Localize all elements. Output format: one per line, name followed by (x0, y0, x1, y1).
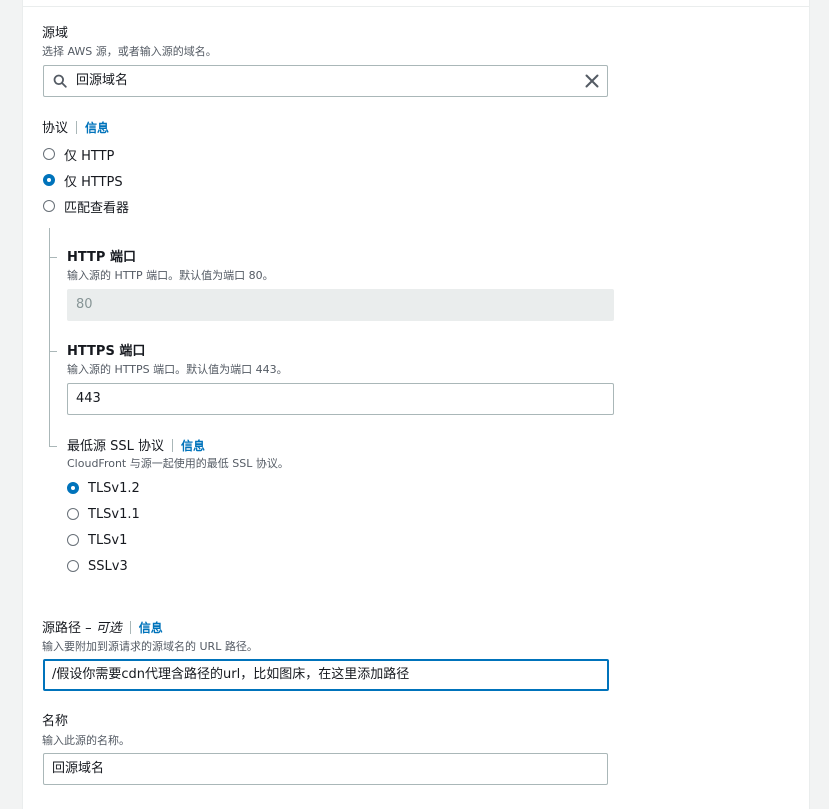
name-value: 回源域名 (52, 761, 105, 776)
name-input[interactable]: 回源域名 (43, 753, 608, 785)
radio-icon[interactable] (67, 560, 79, 572)
origin-domain-description: 选择 AWS 源，或者输入源的域名。 (42, 45, 217, 58)
ssl-protocol-label-text: 最低源 SSL 协议 (67, 439, 165, 454)
http-port-input: 80 (67, 289, 614, 321)
origin-path-info-link[interactable]: 信息 (139, 621, 163, 635)
https-port-label: HTTPS 端口 (67, 344, 146, 359)
http-port-label: HTTP 端口 (67, 250, 136, 265)
ssl-option-sslv3[interactable]: SSLv3 (67, 556, 128, 576)
protocol-label-text: 协议 (42, 121, 69, 136)
ssl-option-tlsv1[interactable]: TLSv1 (67, 530, 127, 550)
protocol-option-label: 仅 HTTP (64, 148, 115, 164)
ssl-option-label: TLSv1.1 (88, 506, 140, 522)
protocol-info-link[interactable]: 信息 (85, 121, 109, 135)
ssl-protocol-description: CloudFront 与源一起使用的最低 SSL 协议。 (67, 457, 289, 470)
protocol-option-label: 仅 HTTPS (64, 174, 123, 190)
ssl-option-label: TLSv1.2 (88, 480, 140, 496)
origin-path-label: 源路径 – 可选 信息 (42, 620, 163, 637)
tree-branch (49, 446, 57, 447)
protocol-option-match-viewer[interactable]: 匹配查看器 (43, 196, 129, 216)
info-separator (129, 621, 131, 634)
tree-line (49, 228, 50, 446)
ssl-option-tlsv1-2[interactable]: TLSv1.2 (67, 478, 140, 498)
radio-icon[interactable] (43, 174, 55, 186)
protocol-option-https-only[interactable]: 仅 HTTPS (43, 170, 123, 190)
https-port-value: 443 (76, 391, 101, 406)
http-port-value: 80 (76, 297, 93, 312)
origin-domain-value: 回源域名 (76, 73, 129, 88)
radio-icon[interactable] (43, 200, 55, 212)
origin-path-value: /假设你需要cdn代理含路径的url，比如图床，在这里添加路径 (52, 667, 410, 682)
protocol-option-label: 匹配查看器 (64, 200, 130, 216)
ssl-protocol-info-link[interactable]: 信息 (181, 439, 205, 453)
info-separator (172, 439, 174, 452)
protocol-label: 协议 信息 (42, 120, 109, 137)
origin-domain-input[interactable]: 回源域名 (43, 65, 608, 97)
radio-icon[interactable] (43, 148, 55, 160)
origin-path-description: 输入要附加到源请求的源域名的 URL 路径。 (42, 640, 258, 653)
panel-divider (23, 6, 809, 7)
origin-path-input[interactable]: /假设你需要cdn代理含路径的url，比如图床，在这里添加路径 (43, 659, 609, 691)
origin-path-optional: 可选 (95, 621, 122, 636)
https-port-input[interactable]: 443 (67, 383, 614, 415)
origin-domain-label: 源域 (42, 26, 69, 41)
radio-icon[interactable] (67, 508, 79, 520)
name-description: 输入此源的名称。 (42, 734, 130, 747)
https-port-description: 输入源的 HTTPS 端口。默认值为端口 443。 (67, 363, 288, 376)
origin-path-label-text: 源路径 – (42, 621, 92, 636)
search-icon (53, 74, 67, 88)
ssl-option-tlsv1-1[interactable]: TLSv1.1 (67, 504, 140, 524)
name-label: 名称 (42, 714, 69, 729)
info-separator (76, 121, 78, 134)
http-port-description: 输入源的 HTTP 端口。默认值为端口 80。 (67, 269, 274, 282)
ssl-protocol-label: 最低源 SSL 协议 信息 (67, 438, 205, 455)
radio-icon[interactable] (67, 482, 79, 494)
tree-branch (49, 257, 57, 258)
radio-icon[interactable] (67, 534, 79, 546)
ssl-option-label: SSLv3 (88, 558, 128, 574)
ssl-option-label: TLSv1 (88, 532, 128, 548)
origin-settings-panel: 源域 选择 AWS 源，或者输入源的域名。 回源域名 协议 信息 仅 HTTP 仅… (22, 0, 810, 809)
clear-icon[interactable] (585, 74, 599, 88)
protocol-option-http-only[interactable]: 仅 HTTP (43, 144, 114, 164)
tree-branch (49, 351, 57, 352)
